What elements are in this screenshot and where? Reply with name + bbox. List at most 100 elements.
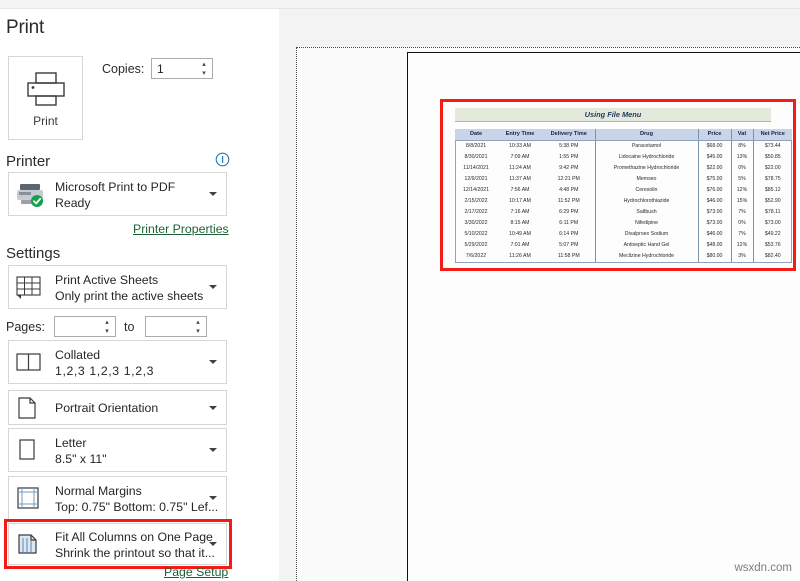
chevron-down-icon[interactable]	[209, 448, 217, 452]
setting-collation-line1: Collated	[55, 348, 100, 362]
pages-to-spinner-down[interactable]: ▾	[192, 327, 204, 336]
cell-vat: 3%	[731, 251, 753, 262]
setting-orientation[interactable]: Portrait Orientation	[8, 390, 227, 425]
cell-net-price: $73.44	[753, 140, 792, 151]
cell-net-price: $85.12	[753, 184, 792, 195]
col-header-drug: Drug	[595, 129, 698, 140]
copies-input[interactable]	[152, 59, 198, 78]
print-button[interactable]: Print	[8, 56, 83, 140]
setting-print-what[interactable]: Print Active Sheets Only print the activ…	[8, 265, 227, 309]
cell-drug: Promethazine Hydrochloride	[595, 162, 698, 173]
cell-date: 12/9/2021	[455, 173, 497, 184]
cell-vat: 0%	[731, 162, 753, 173]
table-row: 12/9/202111:37 AM12:21 PMMemseo$75.005%$…	[455, 173, 792, 184]
table-row: 2/17/20227:16 AM6:29 PMSaltbush$73.007%$…	[455, 207, 792, 218]
cell-vat: 0%	[731, 218, 753, 229]
cell-delivery-time: 6:14 PM	[543, 229, 595, 240]
paper-icon	[15, 437, 39, 463]
table-row: 5/10/202210:49 AM6:14 PMDivalproex Sodiu…	[455, 229, 792, 240]
chevron-down-icon[interactable]	[209, 406, 217, 410]
setting-margins[interactable]: Normal Margins Top: 0.75" Bottom: 0.75" …	[8, 476, 227, 520]
preview-data-table: Date Entry Time Delivery Time Drug Price…	[455, 129, 792, 263]
cell-date: 12/14/2021	[455, 184, 497, 195]
collate-icon	[15, 349, 43, 375]
cell-date: 3/30/2022	[455, 218, 497, 229]
cell-date: 8/30/2021	[455, 151, 497, 162]
print-preview-pane	[279, 0, 800, 581]
watermark: wsxdn.com	[734, 562, 792, 574]
setting-scaling[interactable]: Fit All Columns on One Page Shrink the p…	[8, 523, 227, 565]
printer-status: Ready	[55, 196, 91, 210]
cell-date: 5/10/2022	[455, 229, 497, 240]
pages-from-stepper[interactable]: ▴ ▾	[54, 316, 116, 337]
copies-stepper[interactable]: ▴ ▾	[151, 58, 213, 79]
cell-vat: 15%	[731, 195, 753, 206]
chevron-down-icon[interactable]	[209, 360, 217, 364]
cell-vat: 12%	[731, 184, 753, 195]
cell-price: $75.00	[698, 173, 731, 184]
table-row: 5/29/20227:01 AM5:07 PMAntiseptic Hand G…	[455, 240, 792, 251]
preview-topbar	[279, 0, 800, 9]
setting-margins-line1: Normal Margins	[55, 484, 142, 498]
pages-from-spinner[interactable]: ▴ ▾	[101, 317, 113, 336]
pages-to-spinner-up[interactable]: ▴	[192, 318, 204, 327]
printer-select[interactable]: Microsoft Print to PDF Ready	[8, 172, 227, 216]
cell-entry-time: 11:37 AM	[497, 173, 543, 184]
page-setup-link[interactable]: Page Setup	[164, 565, 228, 579]
cell-date: 7/6/2022	[455, 251, 497, 262]
setting-scaling-line2: Shrink the printout so that it...	[55, 546, 215, 560]
printer-icon	[25, 71, 67, 107]
table-row: 3/30/20228:15 AM6:11 PMNifedipine$73.000…	[455, 218, 792, 229]
cell-entry-time: 7:56 AM	[497, 184, 543, 195]
setting-collation[interactable]: Collated 1,2,3 1,2,3 1,2,3	[8, 340, 227, 384]
cell-price: $46.00	[698, 195, 731, 206]
table-row: 7/6/202211:26 AM11:58 PMMeclizine Hydroc…	[455, 251, 792, 262]
cell-net-price: $50.85	[753, 151, 792, 162]
settings-heading: Settings	[6, 245, 60, 262]
pages-to-stepper[interactable]: ▴ ▾	[145, 316, 207, 337]
pages-from-input[interactable]	[55, 317, 101, 336]
pages-to-spinner[interactable]: ▴ ▾	[192, 317, 204, 336]
cell-entry-time: 8:15 AM	[497, 218, 543, 229]
cell-date: 2/15/2022	[455, 195, 497, 206]
copies-spinner-up[interactable]: ▴	[198, 60, 210, 69]
col-header-entry-time: Entry Time	[497, 129, 543, 140]
cell-delivery-time: 5:07 PM	[543, 240, 595, 251]
copies-spinner-down[interactable]: ▾	[198, 69, 210, 78]
copies-spinner[interactable]: ▴ ▾	[198, 59, 210, 78]
setting-print-what-line1: Print Active Sheets	[55, 273, 158, 287]
setting-paper-size[interactable]: Letter 8.5" x 11"	[8, 428, 227, 472]
cell-date: 2/17/2022	[455, 207, 497, 218]
margins-icon	[15, 485, 41, 511]
col-header-date: Date	[455, 129, 497, 140]
col-header-delivery-time: Delivery Time	[543, 129, 595, 140]
printer-properties-link[interactable]: Printer Properties	[133, 222, 229, 236]
pages-from-spinner-up[interactable]: ▴	[101, 318, 113, 327]
copies-label: Copies:	[102, 62, 144, 76]
chevron-down-icon[interactable]	[209, 192, 217, 196]
cell-net-price: $49.22	[753, 229, 792, 240]
preview-sheet-content: Using File Menu Date Entry Time Delivery…	[450, 108, 790, 262]
pages-from-spinner-down[interactable]: ▾	[101, 327, 113, 336]
table-row: 11/14/202111:24 AM9:42 PMPromethazine Hy…	[455, 162, 792, 173]
info-icon[interactable]	[215, 152, 230, 167]
pages-to-input[interactable]	[146, 317, 192, 336]
cell-net-price: $78.75	[753, 173, 792, 184]
setting-scaling-line1: Fit All Columns on One Page	[55, 530, 213, 544]
table-row: 8/30/20217:09 AM1:55 PMLidocaine Hydroch…	[455, 151, 792, 162]
cell-price: $45.00	[698, 151, 731, 162]
table-row: 2/15/202210:17 AM11:52 PMHydrochlorothia…	[455, 195, 792, 206]
chevron-down-icon[interactable]	[209, 285, 217, 289]
cell-date: 11/14/2021	[455, 162, 497, 173]
page-title: Print	[6, 17, 44, 39]
cell-delivery-time: 6:29 PM	[543, 207, 595, 218]
setting-paper-size-line1: Letter	[55, 436, 86, 450]
fit-columns-icon	[15, 531, 41, 557]
col-header-price: Price	[698, 129, 731, 140]
cell-drug: Meclizine Hydrochloride	[595, 251, 698, 262]
chevron-down-icon[interactable]	[209, 542, 217, 546]
cell-drug: Saltbush	[595, 207, 698, 218]
cell-entry-time: 7:09 AM	[497, 151, 543, 162]
cell-vat: 7%	[731, 229, 753, 240]
chevron-down-icon[interactable]	[209, 496, 217, 500]
